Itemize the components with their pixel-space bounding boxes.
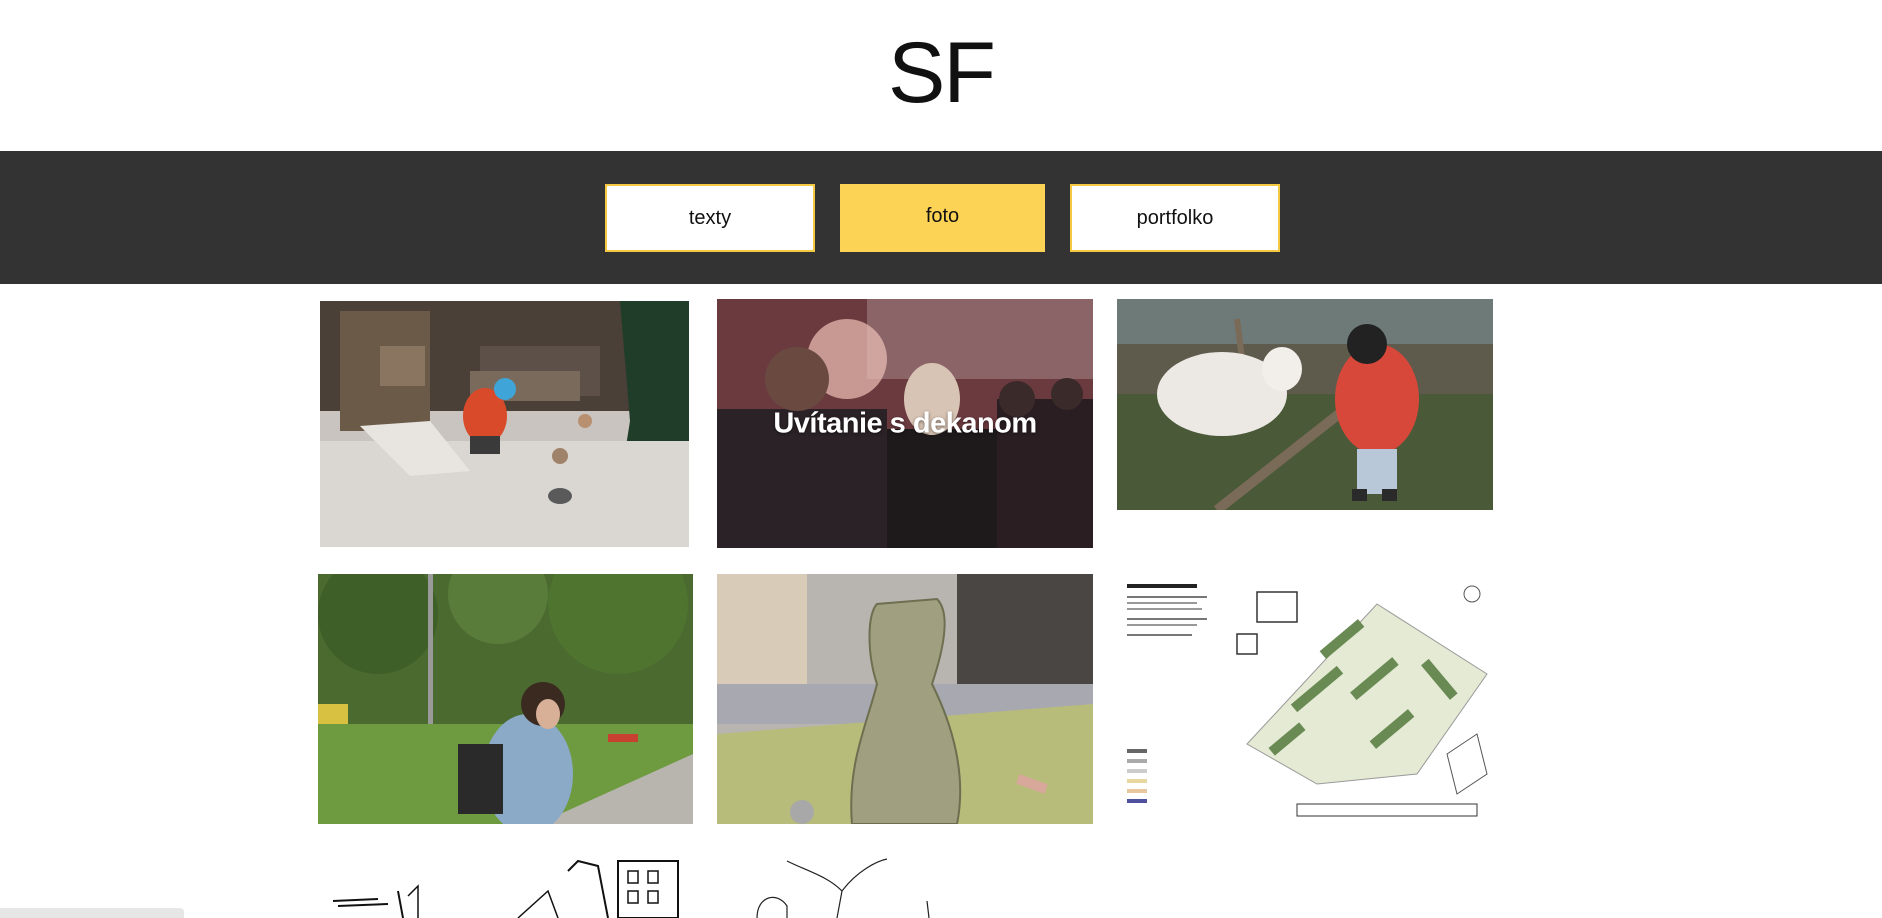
housing-plan-image bbox=[1117, 574, 1493, 824]
goat-photo bbox=[1117, 299, 1493, 510]
status-bar-tab bbox=[0, 908, 184, 918]
photo-gallery: Uvítanie s dekanom bbox=[0, 284, 1882, 918]
nav-portfolko-label: portfolko bbox=[1136, 206, 1214, 229]
gallery-item-clay-sculpture[interactable] bbox=[717, 574, 1093, 824]
nav-texty-label: texty bbox=[688, 206, 732, 229]
logo-text: SF bbox=[888, 24, 996, 121]
gallery-item-street-sketch[interactable] bbox=[318, 851, 693, 918]
chickens-photo bbox=[320, 301, 689, 547]
nav-portfolko-button[interactable]: portfolko bbox=[1070, 184, 1280, 252]
gallery-item-goat[interactable] bbox=[1117, 299, 1493, 510]
gallery-item-chickens[interactable] bbox=[320, 301, 689, 547]
gallery-item-dean-welcome[interactable]: Uvítanie s dekanom bbox=[717, 299, 1093, 548]
gallery-caption-dean-welcome: Uvítanie s dekanom bbox=[773, 407, 1037, 439]
park-girl-photo bbox=[318, 574, 693, 824]
gallery-item-housing-plan[interactable] bbox=[1117, 574, 1493, 824]
gallery-item-park-girl[interactable] bbox=[318, 574, 693, 824]
gallery-item-line-sketch[interactable] bbox=[717, 851, 1093, 918]
site-logo[interactable]: SF bbox=[0, 0, 1882, 151]
nav-foto-label: foto bbox=[925, 204, 960, 227]
line-sketch-image bbox=[717, 851, 1093, 918]
street-sketch-image bbox=[318, 851, 693, 918]
nav-texty-button[interactable]: texty bbox=[605, 184, 815, 252]
clay-sculpture-photo bbox=[717, 574, 1093, 824]
nav-foto-button[interactable]: foto bbox=[840, 184, 1045, 252]
main-nav: texty foto portfolko bbox=[0, 151, 1882, 284]
